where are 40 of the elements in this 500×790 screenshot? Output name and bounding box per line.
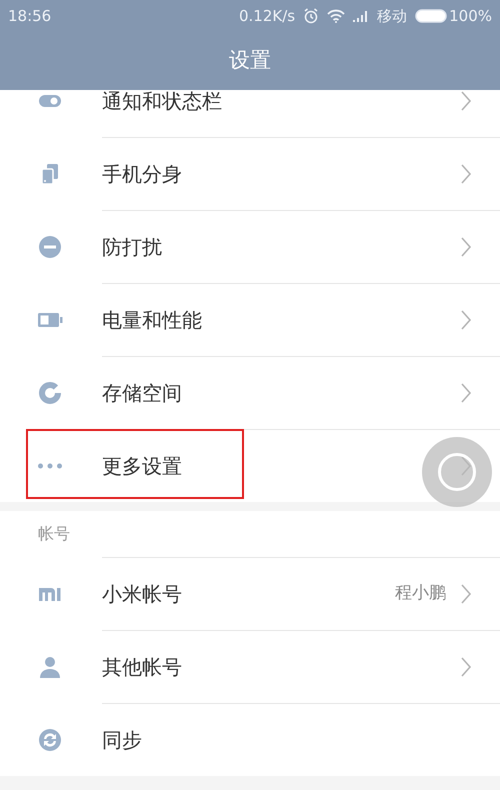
pie-chart-icon [37, 380, 63, 406]
network-speed: 0.12K/s [239, 6, 296, 27]
item-label: 小米帐号 [102, 581, 183, 608]
settings-item[interactable]: 通知和状态栏 [0, 90, 500, 137]
chevron-icon [460, 90, 472, 112]
chevron-icon [460, 163, 472, 185]
wifi-icon [327, 9, 346, 23]
signal-icon [353, 10, 370, 22]
settings-item[interactable]: 手机分身 [0, 137, 500, 210]
sync-icon [37, 726, 63, 752]
item-label: 通知和状态栏 [102, 90, 223, 114]
minus-circle-icon [37, 234, 63, 260]
carrier-name: 移动 [377, 6, 408, 27]
item-label: 防打扰 [102, 234, 163, 261]
chevron-icon [460, 656, 472, 678]
item-label: 存储空间 [102, 380, 183, 407]
chevron-icon [460, 236, 472, 258]
battery-level: 100% [449, 6, 492, 27]
chevron-icon [460, 309, 472, 331]
settings-item[interactable]: 存储空间 [0, 356, 500, 429]
battery-status-icon [415, 9, 448, 23]
item-label: 电量和性能 [102, 307, 203, 334]
item-label: 其他帐号 [102, 654, 183, 681]
page-title: 设置 [229, 47, 271, 74]
more-icon [37, 462, 63, 468]
item-value: 程小鹏 [395, 582, 446, 606]
clock: 18:56 [8, 6, 52, 27]
item-label: 手机分身 [102, 161, 183, 188]
settings-item[interactable]: 同步 [0, 703, 500, 776]
chevron-icon [460, 382, 472, 404]
settings-item[interactable]: 更多设置 [0, 429, 500, 502]
settings-item[interactable]: 小米帐号 程小鹏 [0, 557, 500, 630]
settings-item[interactable]: 其他帐号 [0, 630, 500, 703]
section-header: 帐号 [38, 523, 70, 545]
item-label: 更多设置 [102, 453, 183, 480]
alarm-icon [303, 8, 320, 24]
item-label: 同步 [102, 727, 143, 754]
chevron-icon [460, 583, 472, 605]
settings-item[interactable]: 电量和性能 [0, 283, 500, 356]
settings-item[interactable]: 防打扰 [0, 210, 500, 283]
